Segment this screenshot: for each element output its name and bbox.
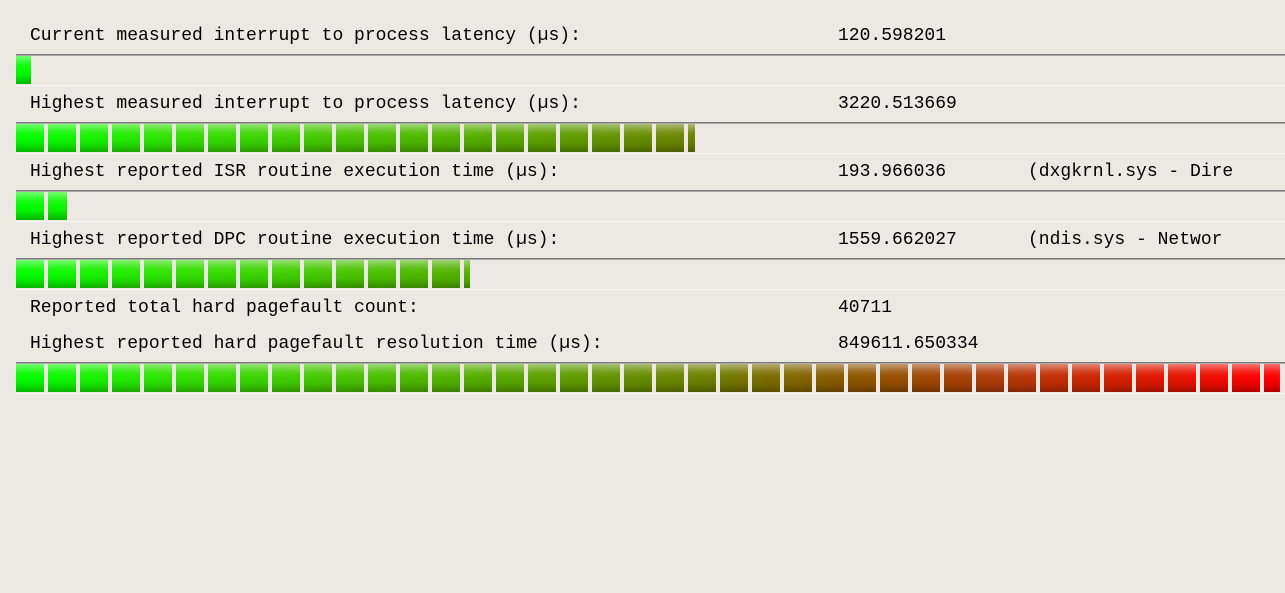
metric-row: Highest reported ISR routine execution t… <box>0 154 1285 190</box>
metric-value: 1559.662027 <box>838 230 1028 250</box>
metric-row: Highest measured interrupt to process la… <box>0 86 1285 122</box>
latency-monitor-panel: Current measured interrupt to process la… <box>0 0 1285 593</box>
metric-extra: (ndis.sys - Networ <box>1028 230 1222 250</box>
metric-bar <box>16 190 1285 222</box>
metric-value: 193.966036 <box>838 162 1028 182</box>
metric-value: 3220.513669 <box>838 94 1028 114</box>
metric-label: Highest reported DPC routine execution t… <box>30 230 838 250</box>
pagefault-count-row: Reported total hard pagefault count: 407… <box>0 290 1285 326</box>
metric-bar <box>16 54 1285 86</box>
pagefault-count-label: Reported total hard pagefault count: <box>30 298 838 318</box>
pagefault-time-row: Highest reported hard pagefault resoluti… <box>0 326 1285 362</box>
pagefault-time-label: Highest reported hard pagefault resoluti… <box>30 334 838 354</box>
metric-label: Highest reported ISR routine execution t… <box>30 162 838 182</box>
metric-value: 120.598201 <box>838 26 1028 46</box>
metric-bar <box>16 122 1285 154</box>
metric-row: Highest reported DPC routine execution t… <box>0 222 1285 258</box>
pagefault-bar <box>16 362 1285 394</box>
pagefault-time-value: 849611.650334 <box>838 334 1028 354</box>
metric-label: Current measured interrupt to process la… <box>30 26 838 46</box>
metric-bar <box>16 258 1285 290</box>
metric-row: Current measured interrupt to process la… <box>0 18 1285 54</box>
metric-extra: (dxgkrnl.sys - Dire <box>1028 162 1233 182</box>
metric-label: Highest measured interrupt to process la… <box>30 94 838 114</box>
pagefault-count-value: 40711 <box>838 298 1028 318</box>
